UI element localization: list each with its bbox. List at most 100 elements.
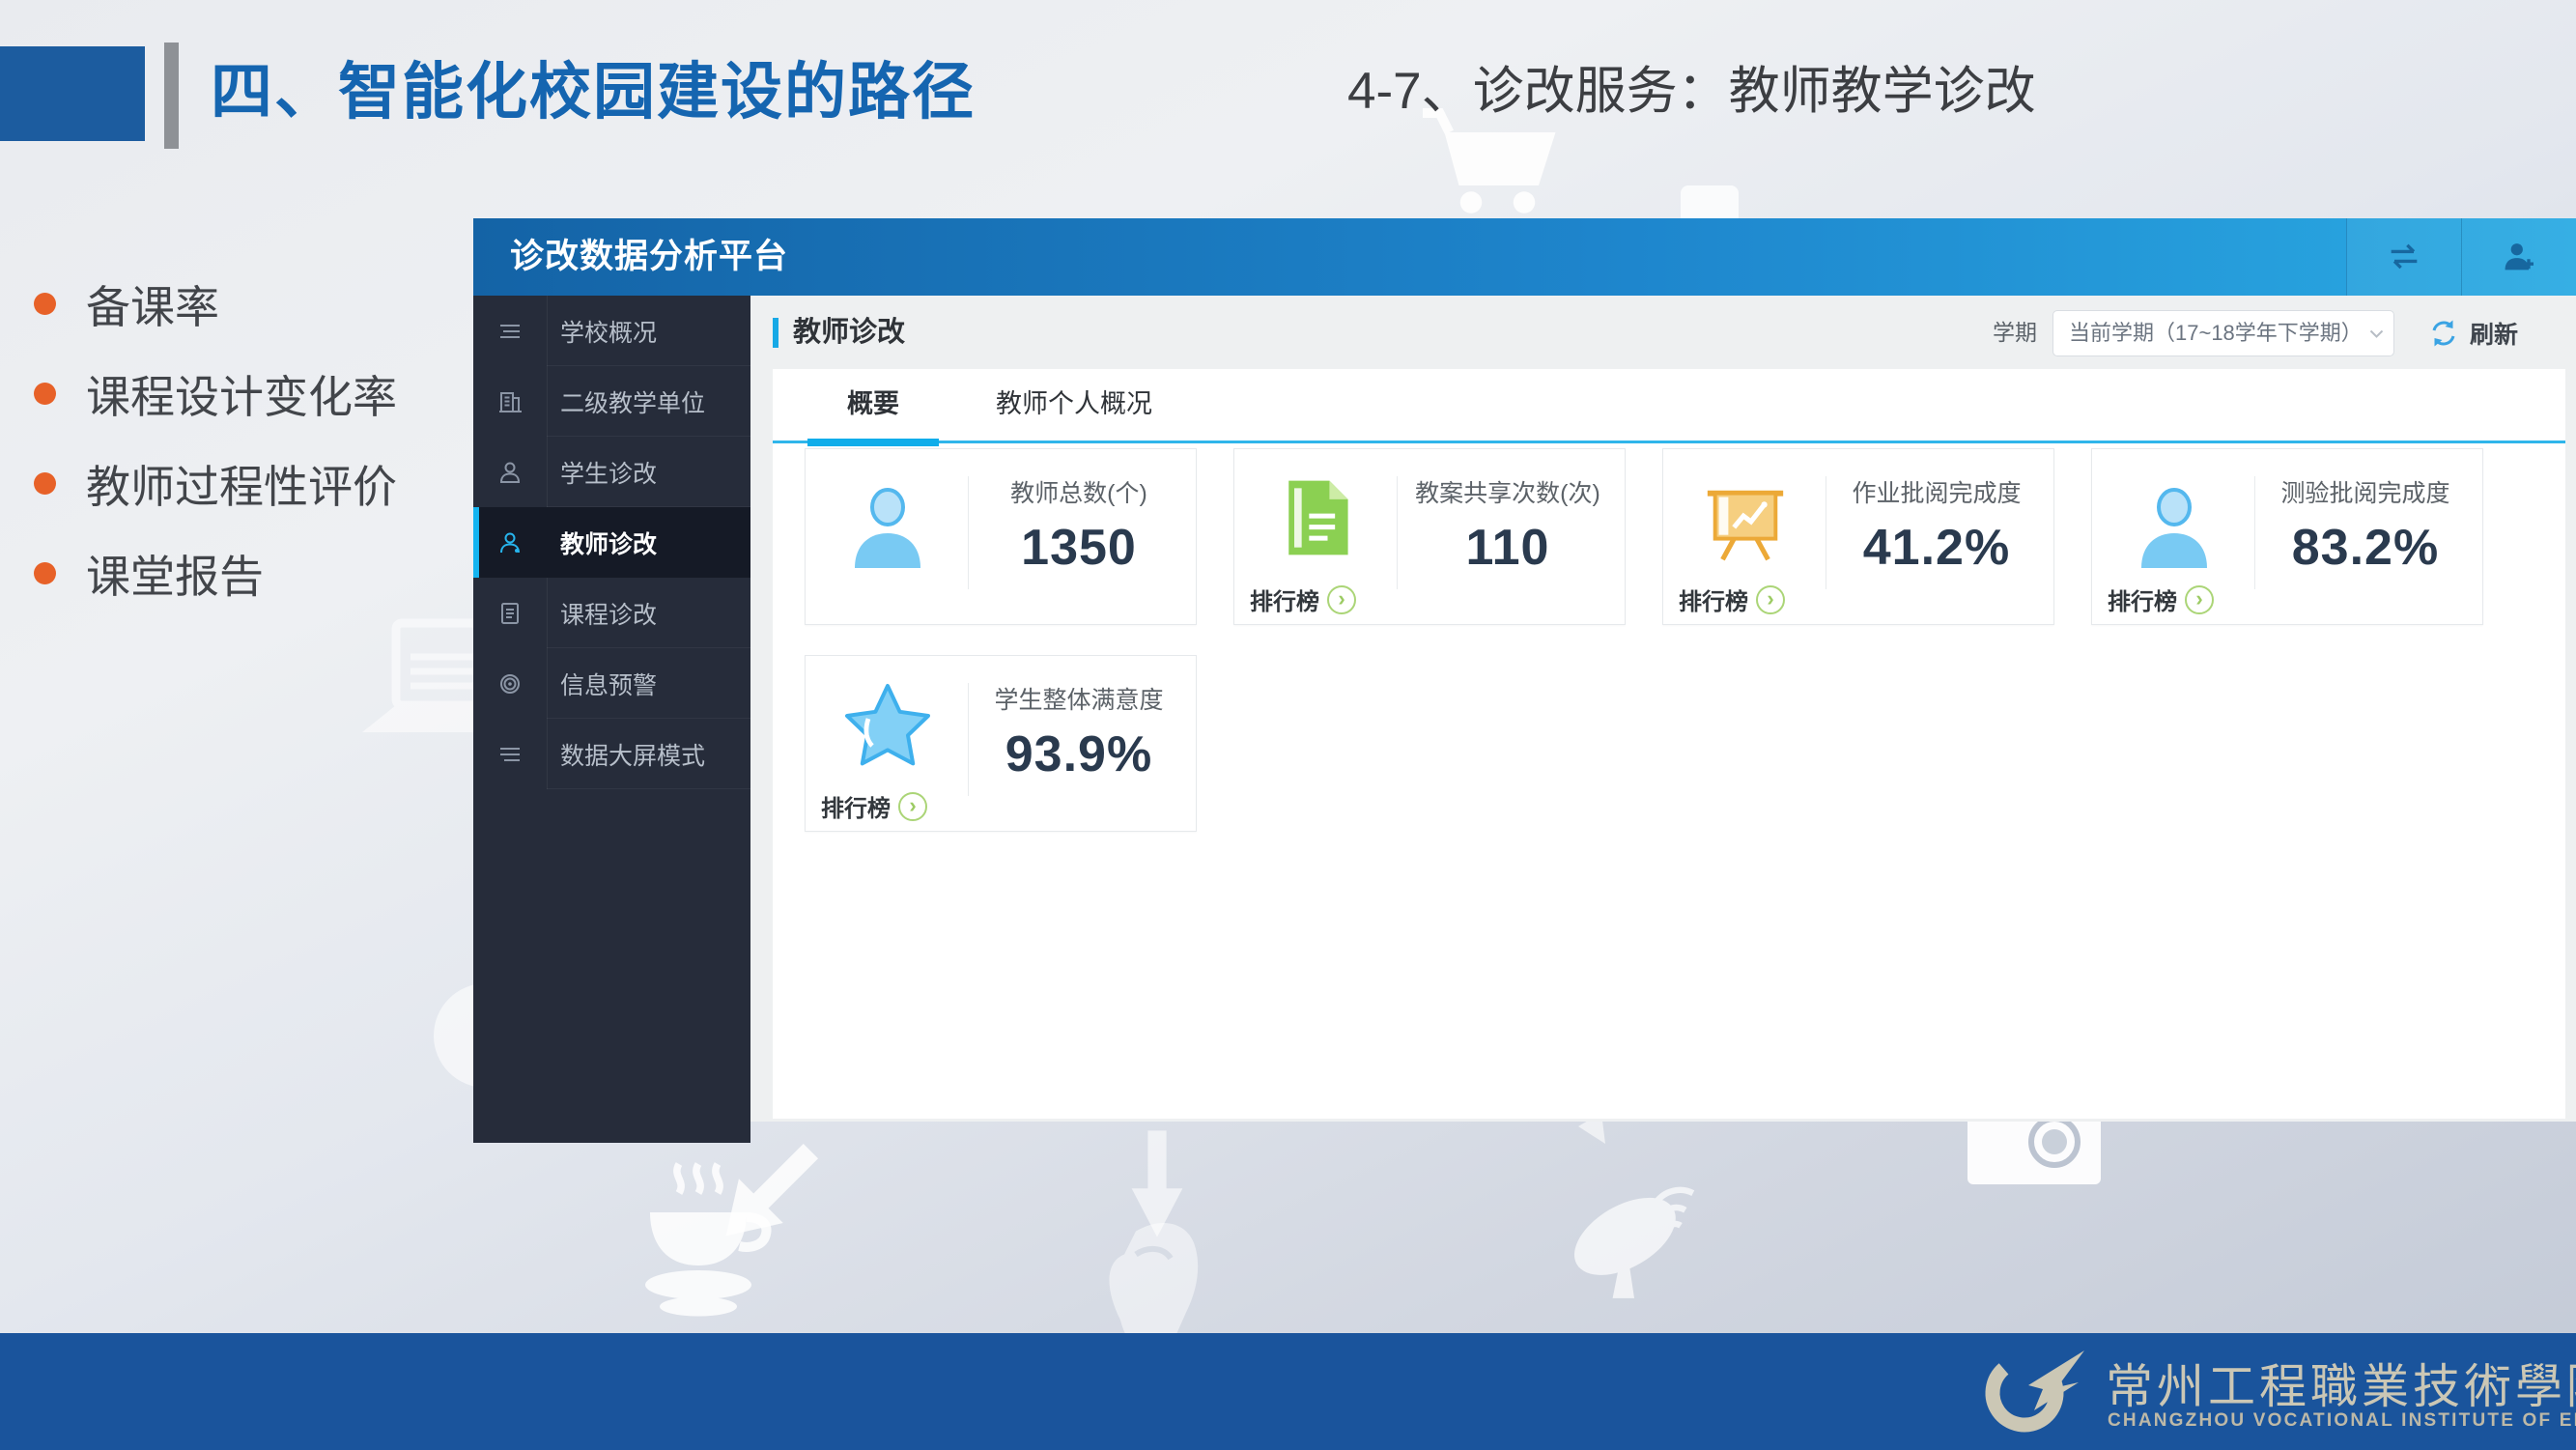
lesson-doc-icon	[1261, 463, 1372, 573]
satellite-watermark-icon	[1557, 1155, 1712, 1305]
slide: 四、智能化校园建设的路径 4-7、诊改服务：教师教学诊改 备课率 课程设计变化率…	[0, 0, 2576, 1450]
school-name-zh: 常州工程職業技術學院	[2106, 1349, 2576, 1417]
content-panel: 概要 教师个人概况 教师总数(个) 1350	[773, 369, 2565, 1119]
card-label: 作业批阅完成度	[1827, 474, 2046, 509]
app-window: 诊改数据分析平台 学校概况	[473, 218, 2576, 1143]
bullet-text: 教师过程性评价	[86, 452, 397, 516]
card-value: 1350	[970, 519, 1188, 577]
card-teacher-total: 教师总数(个) 1350	[805, 448, 1197, 625]
rank-link[interactable]: 排行榜 ›	[1679, 583, 1785, 616]
chevron-right-icon: ›	[1756, 585, 1785, 614]
card-label: 教师总数(个)	[970, 474, 1188, 509]
chevron-right-icon: ›	[898, 792, 927, 821]
course-doc-icon	[473, 599, 547, 628]
teacher-person-icon	[473, 528, 547, 557]
student-person-icon	[473, 458, 547, 487]
building-icon	[473, 387, 547, 416]
footer-bar: 常州工程職業技術學院 CHANGZHOU VOCATIONAL INSTITUT…	[0, 1333, 2576, 1450]
card-body: 作业批阅完成度 41.2%	[1827, 474, 2046, 577]
menu-lines-icon	[473, 317, 547, 346]
section-accent-bar	[773, 318, 778, 348]
card-body: 教案共享次数(次) 110	[1399, 474, 1617, 577]
semester-dropdown[interactable]: 当前学期（17~18学年下学期）	[2052, 310, 2394, 356]
user-plus-button[interactable]	[2461, 218, 2576, 296]
tab-teacher-profile[interactable]: 教师个人概况	[977, 369, 1171, 439]
bullet-text: 课程设计变化率	[86, 362, 397, 426]
refresh-label: 刷新	[2470, 316, 2518, 351]
target-icon	[473, 669, 547, 698]
card-divider	[1397, 476, 1398, 589]
sidebar-item-big-screen[interactable]: 数据大屏模式	[473, 719, 750, 789]
card-label: 教案共享次数(次)	[1399, 474, 1617, 509]
sidebar-item-label: 学生诊改	[560, 455, 657, 490]
bullet-item: 教师过程性评价	[34, 439, 397, 528]
main-content: 教师诊改 学期 当前学期（17~18学年下学期） 刷新 概要 教师个人概况	[750, 296, 2576, 1122]
homework-board-icon	[1690, 467, 1800, 577]
rank-link[interactable]: 排行榜 ›	[821, 789, 927, 823]
test-person-icon	[2119, 472, 2229, 583]
rank-label: 排行榜	[1679, 583, 1748, 616]
sidebar-item-info-warning[interactable]: 信息预警	[473, 648, 750, 719]
rank-label: 排行榜	[821, 789, 891, 823]
card-value: 110	[1399, 519, 1617, 577]
bullet-dot	[34, 293, 56, 315]
tab-underline-track	[773, 441, 2565, 443]
card-divider	[968, 683, 969, 796]
sidebar-item-label: 二级教学单位	[560, 384, 705, 419]
sidebar: 学校概况 二级教学单位 学生诊改 教师诊改	[473, 296, 750, 1143]
school-logo	[1982, 1343, 2090, 1439]
refresh-button[interactable]: 刷新	[2427, 296, 2518, 370]
sidebar-item-secondary-units[interactable]: 二级教学单位	[473, 366, 750, 437]
chevron-right-icon: ›	[2185, 585, 2214, 614]
card-label: 学生整体满意度	[970, 681, 1188, 716]
sidebar-item-course-diagnosis[interactable]: 课程诊改	[473, 578, 750, 648]
bullet-dot	[34, 472, 56, 495]
section-title: 教师诊改	[793, 296, 905, 370]
screen-lines-icon	[473, 740, 547, 769]
teacher-person-icon	[833, 472, 943, 583]
satisfaction-star-icon	[833, 671, 943, 782]
sidebar-item-teacher-diagnosis[interactable]: 教师诊改	[473, 507, 750, 578]
titlebar-buttons	[2346, 218, 2576, 296]
app-title: 诊改数据分析平台	[510, 218, 788, 296]
cart-watermark-icon	[1418, 108, 1563, 214]
swap-arrows-icon	[2385, 238, 2423, 276]
header-accent-square	[0, 46, 145, 141]
sidebar-item-label: 教师诊改	[560, 526, 657, 560]
card-student-satisfaction: 学生整体满意度 93.9% 排行榜 ›	[805, 655, 1197, 832]
app-titlebar: 诊改数据分析平台	[473, 218, 2576, 296]
card-divider	[968, 476, 969, 589]
user-plus-icon	[2500, 238, 2538, 276]
sidebar-item-label: 数据大屏模式	[560, 737, 705, 772]
active-tab-underline	[807, 439, 939, 446]
sidebar-item-student-diagnosis[interactable]: 学生诊改	[473, 437, 750, 507]
card-divider	[2254, 476, 2255, 589]
bullet-text: 课堂报告	[86, 542, 264, 606]
card-lesson-share: 教案共享次数(次) 110 排行榜 ›	[1233, 448, 1626, 625]
card-test-review: 测验批阅完成度 83.2% 排行榜 ›	[2091, 448, 2483, 625]
sidebar-item-label: 学校概况	[560, 314, 657, 349]
school-name-en: CHANGZHOU VOCATIONAL INSTITUTE OF ENGINE…	[2108, 1410, 2576, 1432]
bullet-item: 课堂报告	[34, 528, 397, 618]
bullet-dot	[34, 383, 56, 405]
card-body: 测验批阅完成度 83.2%	[2256, 474, 2475, 577]
tab-bar: 概要 教师个人概况	[773, 369, 2565, 446]
sidebar-item-label: 信息预警	[560, 667, 657, 701]
rank-link[interactable]: 排行榜 ›	[2108, 583, 2214, 616]
rank-link[interactable]: 排行榜 ›	[1250, 583, 1356, 616]
bullet-text: 备课率	[86, 272, 219, 336]
slide-title: 四、智能化校园建设的路径	[211, 43, 976, 131]
card-body: 学生整体满意度 93.9%	[970, 681, 1188, 783]
header-accent-bar	[164, 43, 179, 149]
chevron-right-icon: ›	[1327, 585, 1356, 614]
tab-overview[interactable]: 概要	[807, 369, 939, 439]
card-homework-review: 作业批阅完成度 41.2% 排行榜 ›	[1662, 448, 2054, 625]
card-value: 41.2%	[1827, 519, 2046, 577]
sidebar-item-school-overview[interactable]: 学校概况	[473, 296, 750, 366]
swap-arrows-button[interactable]	[2346, 218, 2461, 296]
chevron-down-icon	[2369, 329, 2384, 338]
refresh-icon	[2427, 317, 2460, 350]
bullet-item: 备课率	[34, 259, 397, 349]
bullet-item: 课程设计变化率	[34, 349, 397, 439]
card-label: 测验批阅完成度	[2256, 474, 2475, 509]
